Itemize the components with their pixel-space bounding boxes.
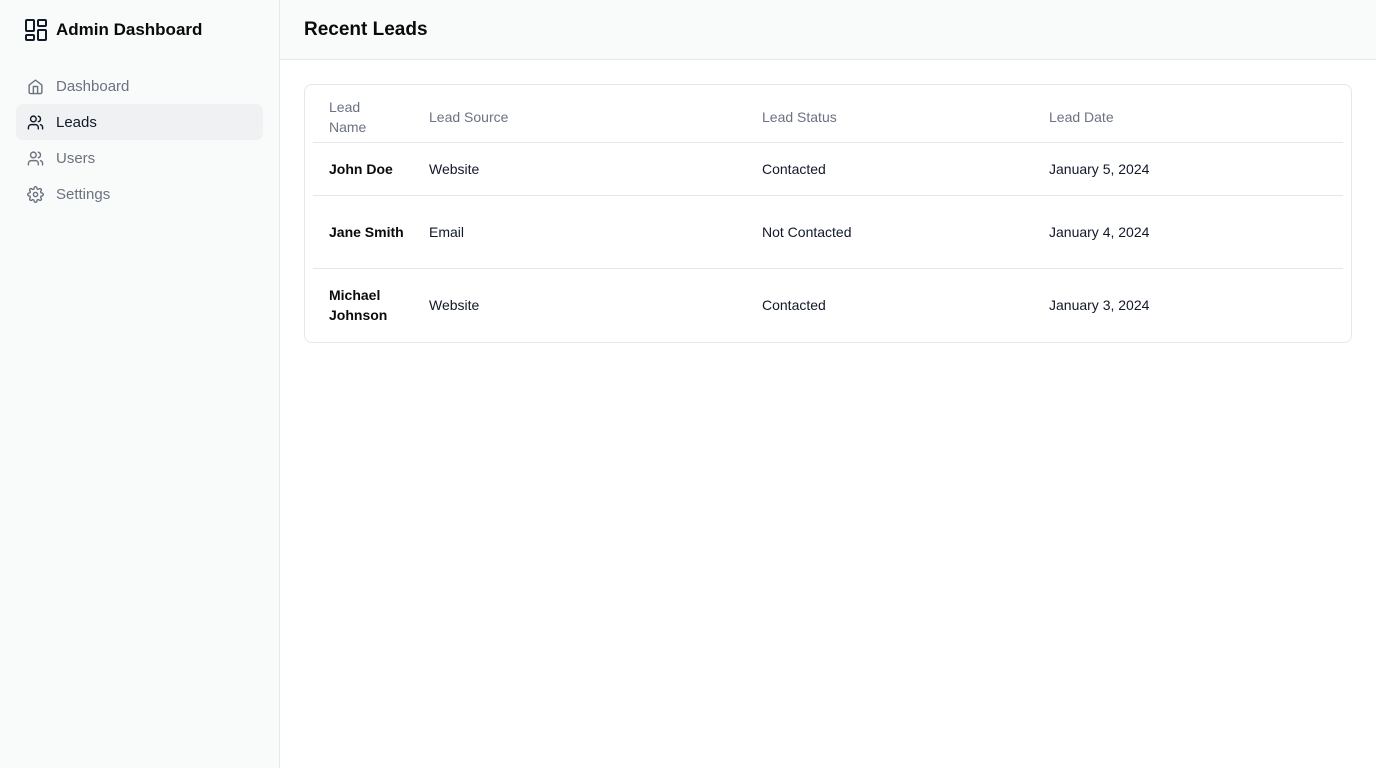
users-icon <box>27 114 44 130</box>
lead-source-cell: Email <box>413 195 746 269</box>
column-header-lead-date: Lead Date <box>1033 93 1343 143</box>
table-row[interactable]: Jane Smith Email Not Contacted January 4… <box>313 195 1343 269</box>
sidebar-item-label: Dashboard <box>56 77 130 95</box>
user-icon <box>27 150 44 166</box>
dashboard-grid-icon <box>25 19 47 41</box>
lead-name-cell: Jane Smith <box>313 195 413 269</box>
lead-name-cell: John Doe <box>313 142 413 196</box>
table-header: Lead Name Lead Source Lead Status Lead D… <box>313 93 1343 143</box>
sidebar-item-label: Users <box>56 149 96 167</box>
lead-status-cell: Contacted <box>762 297 826 314</box>
sidebar: Admin Dashboard Dashboard Leads Users Se… <box>0 0 280 768</box>
table-row[interactable]: Michael Johnson Website Contacted Januar… <box>313 269 1343 342</box>
table-header-row: Lead Name Lead Source Lead Status Lead D… <box>313 93 1343 143</box>
page-header: Recent Leads <box>280 0 1376 60</box>
home-icon <box>28 78 43 94</box>
gear-icon <box>27 185 44 203</box>
sidebar-item-dashboard[interactable]: Dashboard <box>16 68 263 104</box>
table-body: John Doe Website Contacted January 5, 20… <box>313 142 1343 342</box>
sidebar-item-label: Leads <box>56 113 97 131</box>
table-row[interactable]: John Doe Website Contacted January 5, 20… <box>313 142 1343 196</box>
leads-table: Lead Name Lead Source Lead Status Lead D… <box>313 93 1343 342</box>
leads-card: Lead Name Lead Source Lead Status Lead D… <box>304 84 1352 343</box>
lead-date-cell: January 4, 2024 <box>1033 195 1343 269</box>
app-title: Admin Dashboard <box>56 20 203 39</box>
page-title: Recent Leads <box>304 18 428 40</box>
sidebar-item-label: Settings <box>56 185 111 203</box>
column-header-lead-name: Lead Name <box>313 93 413 143</box>
lead-status-cell: Not Contacted <box>746 195 1033 269</box>
brand: Admin Dashboard <box>0 0 279 60</box>
lead-date-cell: January 5, 2024 <box>1033 142 1343 196</box>
lead-source-cell: Website <box>413 142 746 196</box>
lead-source-cell: Website <box>429 297 480 314</box>
sidebar-item-users[interactable]: Users <box>16 140 263 176</box>
main-content: Recent Leads Lead Name Lead Source Lead … <box>280 0 1376 768</box>
column-header-lead-status: Lead Status <box>746 93 1033 143</box>
sidebar-nav: Dashboard Leads Users Settings <box>0 60 279 212</box>
lead-name-cell: Michael Johnson <box>329 287 388 324</box>
column-header-lead-source: Lead Source <box>413 93 746 143</box>
sidebar-item-settings[interactable]: Settings <box>16 176 263 212</box>
lead-status-cell: Contacted <box>746 142 1033 196</box>
lead-date-cell: January 3, 2024 <box>1049 297 1150 314</box>
sidebar-item-leads[interactable]: Leads <box>16 104 263 140</box>
app-root: Admin Dashboard Dashboard Leads Users Se… <box>0 0 1376 768</box>
content-area: Lead Name Lead Source Lead Status Lead D… <box>280 60 1376 343</box>
